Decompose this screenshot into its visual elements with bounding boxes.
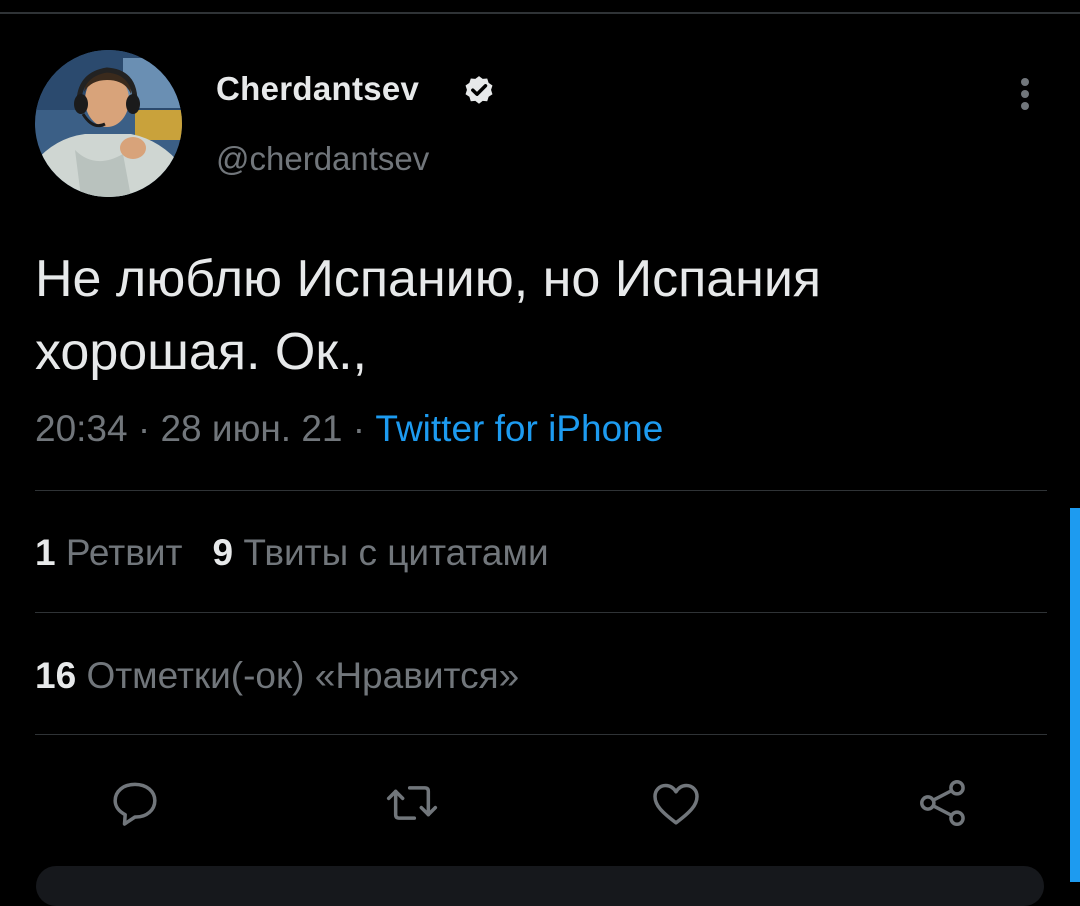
- tweet-text-line-1: Не люблю Испанию, но Испания: [35, 250, 822, 308]
- reply-icon[interactable]: [107, 775, 163, 831]
- likes-label: Отметки(-ок) «Нравится»: [86, 655, 520, 696]
- retweets-stat[interactable]: 1 Ретвит: [35, 532, 182, 573]
- reply-bar[interactable]: [36, 866, 1044, 906]
- top-divider: [0, 12, 1080, 14]
- heart-icon[interactable]: [648, 775, 704, 831]
- meta-separator: ·: [137, 408, 151, 449]
- quotes-count: 9: [212, 532, 234, 573]
- tweet-meta: 20:34 · 28 июн. 21 · Twitter for iPhone: [35, 408, 663, 450]
- divider: [35, 490, 1047, 491]
- tweet-source-link[interactable]: Twitter for iPhone: [375, 408, 663, 449]
- likes-stats[interactable]: 16 Отметки(-ок) «Нравится»: [35, 655, 519, 697]
- retweets-count: 1: [35, 532, 56, 573]
- display-name[interactable]: Cherdantsev: [216, 70, 419, 108]
- divider: [35, 612, 1047, 613]
- quotes-label: Твиты с цитатами: [243, 532, 549, 573]
- tweet-time[interactable]: 20:34: [35, 408, 128, 449]
- scrollbar[interactable]: [1070, 508, 1080, 882]
- retweets-label: Ретвит: [65, 532, 183, 573]
- tweet-text-line-2: хорошая. Ок.,: [35, 323, 367, 381]
- quotes-stat[interactable]: 9 Твиты с цитатами: [212, 532, 548, 573]
- retweet-quote-stats: 1 Ретвит 9 Твиты с цитатами: [35, 532, 549, 574]
- likes-count: 16: [35, 655, 77, 696]
- tweet-date[interactable]: 28 июн. 21: [160, 408, 342, 449]
- share-icon[interactable]: [915, 775, 971, 831]
- more-vertical-icon[interactable]: [1010, 72, 1040, 116]
- verified-badge-icon: [465, 76, 493, 104]
- handle[interactable]: @cherdantsev: [216, 140, 429, 178]
- tweet-text: Не люблю Испанию, но Испания хорошая. Ок…: [35, 243, 1035, 389]
- avatar-photo: [35, 50, 182, 197]
- avatar[interactable]: [35, 50, 182, 197]
- meta-separator: ·: [352, 408, 366, 449]
- divider: [35, 734, 1047, 735]
- retweet-icon[interactable]: [384, 775, 440, 831]
